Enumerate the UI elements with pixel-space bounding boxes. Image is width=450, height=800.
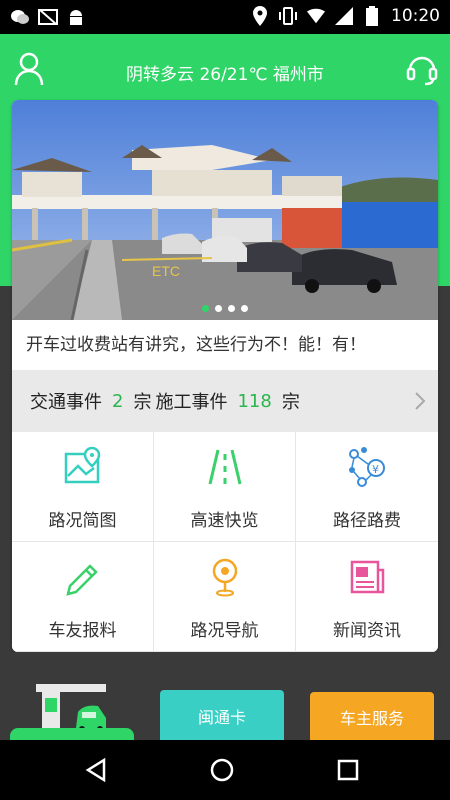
road-icon [204, 446, 246, 488]
signal-icon [335, 6, 353, 26]
newspaper-icon [346, 556, 388, 598]
construction-event-label: 施工事件 [155, 392, 228, 413]
recents-icon[interactable] [334, 756, 362, 784]
grid-item-report[interactable]: 车友报料 [12, 542, 154, 652]
gas-station-base [10, 728, 134, 740]
grid-item-label: 高速快览 [190, 511, 259, 531]
status-bar: 10:20 [0, 0, 450, 34]
chevron-right-icon [414, 391, 426, 411]
news-headline[interactable]: 开车过收费站有讲究，这些行为不！能！有！ [12, 322, 438, 368]
grid-item-route-fee[interactable]: ¥ 路径路费 [296, 432, 438, 542]
news-banner[interactable]: ETC [12, 100, 438, 320]
traffic-event-count: 2 [112, 390, 124, 412]
weather-text: 阴转多云 26/21℃ 福州市 [126, 65, 324, 85]
battery-icon [363, 6, 381, 26]
mintong-card-button[interactable]: 闽通卡 [160, 690, 284, 746]
location-icon [251, 6, 269, 26]
image-off-icon [38, 7, 58, 27]
header: 阴转多云 26/21℃ 福州市 [0, 34, 450, 104]
construction-event-unit: 宗 [281, 392, 300, 413]
back-icon[interactable] [82, 756, 110, 784]
headset-icon[interactable] [406, 52, 438, 86]
nav-bar [0, 740, 450, 800]
map-icon [62, 446, 104, 488]
wifi-icon [307, 6, 325, 26]
construction-event-count: 118 [237, 390, 272, 412]
android-icon [66, 7, 86, 27]
route-fee-icon: ¥ [346, 446, 388, 488]
traffic-event-unit: 宗 [133, 392, 152, 413]
feature-grid: 路况简图 高速快览 ¥ 路径路费 车友报料 路况导航 新闻资讯 [12, 432, 438, 652]
grid-item-expressway[interactable]: 高速快览 [154, 432, 296, 542]
grid-item-road-map[interactable]: 路况简图 [12, 432, 154, 542]
pager-dot[interactable] [202, 305, 209, 312]
navigation-pin-icon [204, 556, 246, 598]
pager-dot[interactable] [215, 305, 222, 312]
status-time: 10:20 [391, 6, 440, 26]
pencil-icon [62, 556, 104, 598]
grid-item-label: 路径路费 [333, 511, 401, 531]
pager-dot[interactable] [241, 305, 248, 312]
grid-item-label: 路况简图 [48, 511, 117, 531]
grid-item-label: 新闻资讯 [333, 621, 401, 641]
wechat-icon [10, 7, 30, 27]
grid-item-label: 车友报料 [48, 621, 117, 641]
pager-dot[interactable] [228, 305, 235, 312]
vibrate-icon [279, 6, 297, 26]
main-card: ETC 开车过收费站有讲究，这些行为不！能！有！ 交通事件 2 宗 施工事件 1… [12, 100, 438, 652]
svg-text:¥: ¥ [372, 463, 379, 476]
home-icon[interactable] [208, 756, 236, 784]
owner-service-button[interactable]: 车主服务 [310, 692, 434, 746]
grid-item-navigation[interactable]: 路况导航 [154, 542, 296, 652]
banner-pager [12, 305, 438, 312]
grid-item-news[interactable]: 新闻资讯 [296, 542, 438, 652]
events-bar[interactable]: 交通事件 2 宗 施工事件 118 宗 [12, 370, 438, 432]
grid-item-label: 路况导航 [190, 621, 259, 641]
banner-etc-text: ETC [152, 263, 180, 279]
traffic-event-label: 交通事件 [30, 392, 102, 413]
